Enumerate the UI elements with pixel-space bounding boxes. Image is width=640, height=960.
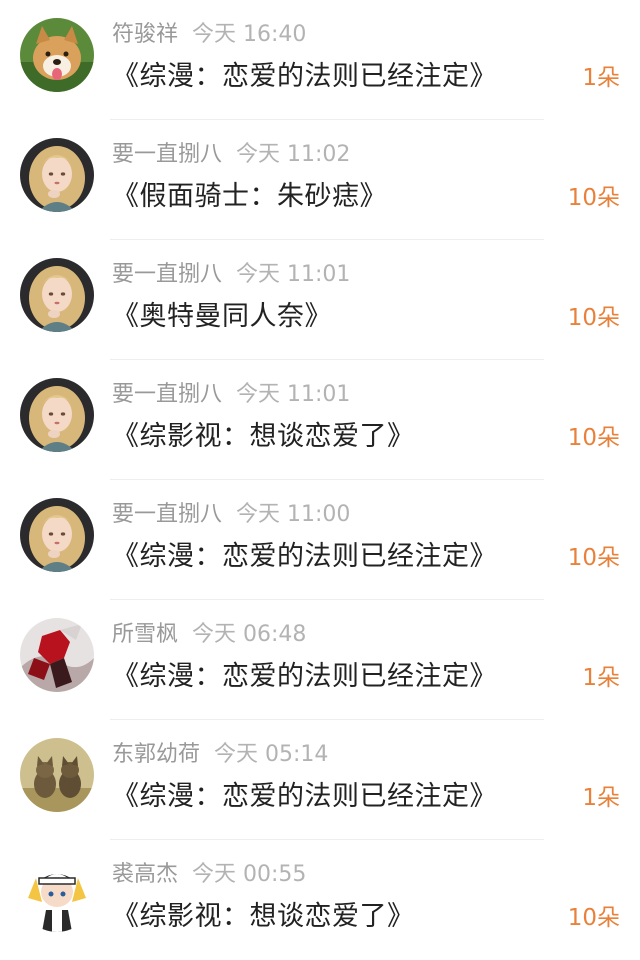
list-item[interactable]: 要一直捌八 今天 11:00 《综漫：恋爱的法则已经注定》 10朵: [0, 480, 640, 600]
avatar-two-cats[interactable]: [20, 738, 94, 812]
book-title[interactable]: 《假面骑士：朱砂痣》: [112, 176, 387, 218]
item-meta: 符骏祥 今天 16:40: [112, 18, 306, 52]
book-title[interactable]: 《奥特曼同人奈》: [112, 296, 332, 338]
timestamp: 今天 00:55: [192, 862, 307, 887]
item-meta: 要一直捌八 今天 11:01: [112, 378, 350, 412]
username[interactable]: 裘高杰: [112, 862, 178, 887]
avatar-anime-girl-blonde[interactable]: [20, 498, 94, 572]
username[interactable]: 所雪枫: [112, 622, 178, 647]
item-meta: 所雪枫 今天 06:48: [112, 618, 306, 652]
timestamp: 今天 11:00: [236, 502, 351, 527]
username[interactable]: 要一直捌八: [112, 502, 222, 527]
book-title[interactable]: 《综漫：恋爱的法则已经注定》: [112, 56, 497, 98]
avatar-red-armored-character[interactable]: [20, 618, 94, 692]
avatar-anime-girl-blonde[interactable]: [20, 258, 94, 332]
item-meta: 要一直捌八 今天 11:02: [112, 138, 350, 172]
avatar-shiba-dog[interactable]: [20, 18, 94, 92]
flower-count: 10朵: [567, 905, 620, 931]
list-item[interactable]: 所雪枫 今天 06:48 《综漫：恋爱的法则已经注定》 1朵: [0, 600, 640, 720]
username[interactable]: 东郭幼荷: [112, 742, 200, 767]
list-item[interactable]: 要一直捌八 今天 11:02 《假面骑士：朱砂痣》 10朵: [0, 120, 640, 240]
timestamp: 今天 11:02: [236, 142, 351, 167]
list-item[interactable]: 符骏祥 今天 16:40 《综漫：恋爱的法则已经注定》 1朵: [0, 0, 640, 120]
timestamp: 今天 05:14: [214, 742, 329, 767]
flower-count: 10朵: [567, 425, 620, 451]
flower-count: 1朵: [582, 65, 620, 91]
username[interactable]: 要一直捌八: [112, 382, 222, 407]
username[interactable]: 要一直捌八: [112, 142, 222, 167]
username[interactable]: 要一直捌八: [112, 262, 222, 287]
avatar-anime-girl-blonde[interactable]: [20, 378, 94, 452]
list-item[interactable]: 要一直捌八 今天 11:01 《奥特曼同人奈》 10朵: [0, 240, 640, 360]
book-title[interactable]: 《综漫：恋爱的法则已经注定》: [112, 656, 497, 698]
book-title[interactable]: 《综漫：恋爱的法则已经注定》: [112, 776, 497, 818]
item-meta: 东郭幼荷 今天 05:14: [112, 738, 328, 772]
flower-count: 1朵: [582, 785, 620, 811]
timestamp: 今天 11:01: [236, 262, 351, 287]
avatar-anime-girl-blonde[interactable]: [20, 138, 94, 212]
timestamp: 今天 06:48: [192, 622, 307, 647]
flower-count: 10朵: [567, 305, 620, 331]
item-meta: 要一直捌八 今天 11:00: [112, 498, 350, 532]
list-item[interactable]: 东郭幼荷 今天 05:14 《综漫：恋爱的法则已经注定》 1朵: [0, 720, 640, 840]
book-title[interactable]: 《综影视：想谈恋爱了》: [112, 896, 415, 938]
flower-count: 10朵: [567, 545, 620, 571]
item-meta: 裘高杰 今天 00:55: [112, 858, 306, 892]
book-title[interactable]: 《综漫：恋爱的法则已经注定》: [112, 536, 497, 578]
list-item[interactable]: 要一直捌八 今天 11:01 《综影视：想谈恋爱了》 10朵: [0, 360, 640, 480]
item-meta: 要一直捌八 今天 11:01: [112, 258, 350, 292]
flower-count: 10朵: [567, 185, 620, 211]
timestamp: 今天 11:01: [236, 382, 351, 407]
username[interactable]: 符骏祥: [112, 22, 178, 47]
timestamp: 今天 16:40: [192, 22, 307, 47]
list-item[interactable]: 裘高杰 今天 00:55 《综影视：想谈恋爱了》 10朵: [0, 840, 640, 960]
flower-count: 1朵: [582, 665, 620, 691]
avatar-chibi-cap-character[interactable]: [20, 858, 94, 932]
book-title[interactable]: 《综影视：想谈恋爱了》: [112, 416, 415, 458]
